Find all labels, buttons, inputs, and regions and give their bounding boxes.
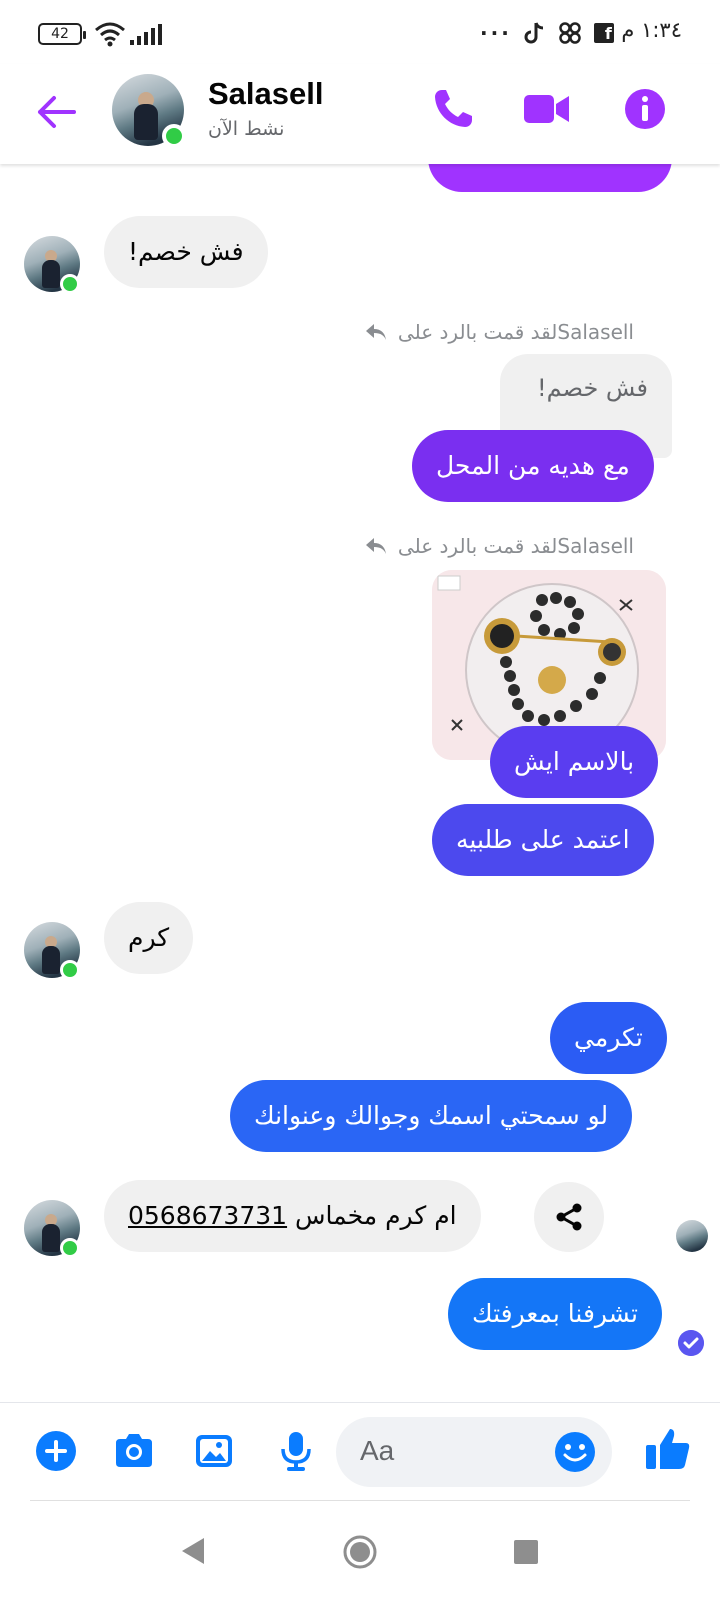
phone-call-icon[interactable] xyxy=(430,86,476,132)
online-indicator xyxy=(60,274,80,294)
message-composer: Aa xyxy=(0,1402,720,1500)
online-indicator xyxy=(60,960,80,980)
share-button[interactable] xyxy=(534,1182,604,1252)
message-bubble-partial[interactable] xyxy=(428,164,672,192)
battery-level: 42 xyxy=(51,26,69,42)
outgoing-message[interactable]: تكرمي xyxy=(550,1002,667,1074)
status-bar: 42 ··· f ١:٣٤ م xyxy=(0,0,720,64)
message-input[interactable]: Aa xyxy=(336,1417,612,1487)
reply-note-name: Salasell xyxy=(557,320,634,344)
share-icon xyxy=(556,1203,582,1231)
nav-recents-icon[interactable] xyxy=(514,1540,538,1564)
incoming-message[interactable]: كرم xyxy=(104,902,194,974)
plus-icon[interactable] xyxy=(34,1429,78,1473)
reply-note: Salasellلقد قمت بالرد على xyxy=(364,534,634,558)
nav-home-icon[interactable] xyxy=(342,1534,378,1570)
facebook-icon: f xyxy=(593,23,614,43)
info-icon[interactable] xyxy=(622,86,668,132)
tiktok-icon xyxy=(524,22,543,44)
signal-icon xyxy=(130,24,162,45)
camera-icon[interactable] xyxy=(112,1429,156,1473)
microphone-icon[interactable] xyxy=(274,1429,318,1473)
phone-number-link[interactable]: 0568673731 xyxy=(128,1201,287,1230)
thumbs-up-icon[interactable] xyxy=(644,1425,692,1473)
reply-icon xyxy=(365,538,386,554)
apps-icon xyxy=(559,22,581,44)
seen-avatar xyxy=(676,1220,708,1252)
more-notifications-icon: ··· xyxy=(480,21,512,45)
contact-name-text: ام كرم مخماس xyxy=(295,1201,457,1230)
outgoing-message[interactable]: تشرفنا بمعرفتك xyxy=(448,1278,662,1350)
reply-note-name: Salasell xyxy=(557,534,634,558)
contact-name[interactable]: Salasell xyxy=(208,76,323,112)
outgoing-message[interactable]: لو سمحتي اسمك وجوالك وعنوانك xyxy=(230,1080,633,1152)
outgoing-message[interactable]: اعتمد على طلبيه xyxy=(432,804,654,876)
video-call-icon[interactable] xyxy=(524,86,570,132)
message-input-placeholder: Aa xyxy=(360,1435,395,1466)
delivered-check-icon xyxy=(678,1330,704,1356)
emoji-icon[interactable] xyxy=(554,1431,596,1473)
gallery-icon[interactable] xyxy=(192,1429,236,1473)
reply-icon xyxy=(365,324,386,340)
reply-note-text: لقد قمت بالرد على xyxy=(397,320,558,344)
clock: ١:٣٤ م xyxy=(621,18,682,42)
reply-note: Salasellلقد قمت بالرد على xyxy=(364,320,634,344)
active-status: نشط الآن xyxy=(208,118,285,140)
online-indicator xyxy=(162,124,186,148)
nav-back-icon[interactable] xyxy=(180,1536,206,1566)
system-nav-bar xyxy=(0,1500,720,1600)
incoming-message[interactable]: ام كرم مخماس 0568673731 xyxy=(104,1180,481,1252)
reply-note-text: لقد قمت بالرد على xyxy=(397,534,558,558)
outgoing-message[interactable]: مع هديه من المحل xyxy=(412,430,654,502)
wifi-icon xyxy=(95,22,125,47)
divider xyxy=(30,1500,690,1501)
notification-icons: ··· f xyxy=(480,18,614,48)
chat-header: Salasell نشط الآن xyxy=(0,64,720,164)
battery-icon: 42 xyxy=(38,23,86,45)
message-list[interactable]: فش خصم! Salasellلقد قمت بالرد على فش خصم… xyxy=(0,164,720,1402)
incoming-message[interactable]: فش خصم! xyxy=(104,216,268,288)
back-arrow-icon[interactable] xyxy=(34,90,78,134)
outgoing-message[interactable]: بالاسم ايش xyxy=(490,726,659,798)
online-indicator xyxy=(60,1238,80,1258)
